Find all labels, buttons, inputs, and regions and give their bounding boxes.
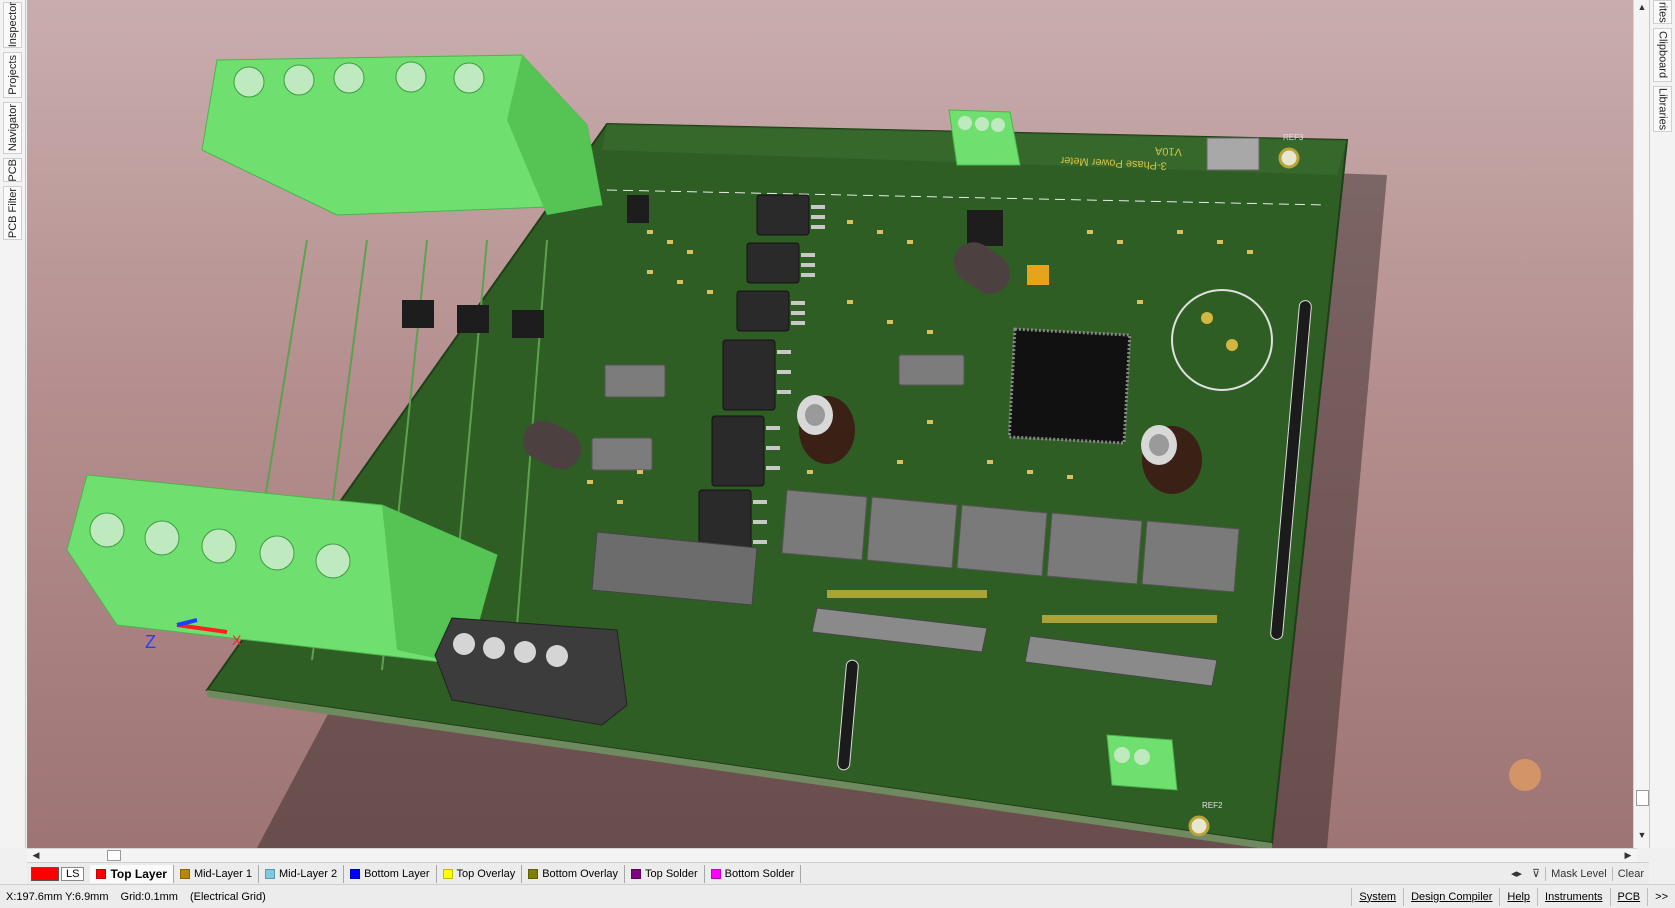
instruments-button[interactable]: Instruments [1537,887,1609,906]
clear-button[interactable]: Clear [1613,868,1649,880]
terminal-small-bottom [1106,734,1178,791]
microcontroller-chip [1007,327,1132,445]
panel-tab-label: Navigator [6,104,19,152]
panel-tab-label: Projects [6,55,19,95]
layer-color-swatch [179,868,190,879]
layer-tab-top-overlay[interactable]: Top Overlay [437,864,523,883]
panel-tab-navigator[interactable]: Navigator [3,102,22,154]
layer-color-swatch [631,868,642,879]
scroll-up-icon[interactable]: ▲ [1634,2,1650,12]
layer-tab-bottom-solder[interactable]: Bottom Solder [705,864,802,883]
panel-tab-label: Libraries [1656,87,1669,131]
layer-set-button[interactable]: LS [61,866,85,881]
layer-tab-bottom-overlay[interactable]: Bottom Overlay [522,864,626,883]
layer-color-swatch [96,868,107,879]
pcb-3d-scene: 3-Phase Power Meter V10A REF2 REF3 Z X [66,54,1541,848]
layer-tools: ◂▸ ⊽ Mask Level Clear [1506,863,1649,884]
right-panel-dock: rites Clipboard Libraries [1649,0,1675,848]
axis-label-x: X [232,632,242,648]
layer-tab-label: Bottom Layer [364,867,430,880]
panel-tab-libraries[interactable]: Libraries [1653,86,1672,132]
layer-tabs-bar: LS Top Layer Mid-Layer 1 Mid-Layer 2 Bottom… [27,862,1649,884]
mounting-hole [1278,147,1300,169]
layer-tab-bottom-layer[interactable]: Bottom Layer [344,864,437,883]
layer-tab-label: Bottom Overlay [542,867,619,880]
vertical-scrollbar[interactable]: ▲ ▼ [1633,0,1649,848]
layer-tab-mid-layer-1[interactable]: Mid-Layer 1 [174,864,260,883]
panel-tab-label: Inspector [6,2,19,48]
terminal-small-top [948,109,1021,166]
cursor-coordinates: X:197.6mm Y:6.9mm [6,890,109,903]
ref-label: REF2 [1202,801,1223,810]
more-button[interactable]: >> [1647,887,1675,906]
mounting-hole [1188,815,1210,837]
horizontal-scrollbar[interactable]: ◀ ▶ [27,848,1637,862]
axis-label-z: Z [145,632,156,652]
panel-tab-clipboard[interactable]: Clipboard [1653,28,1672,82]
terminal-block-top [201,54,603,216]
view-cube-indicator [1509,759,1541,791]
panel-tab-label: PCB Filter [6,187,19,239]
panel-buttons: System Design Compiler Help Instruments … [1351,885,1675,908]
layer-tab-label: Mid-Layer 2 [279,867,338,880]
layer-color-swatch [350,868,361,879]
filter-icon[interactable]: ⊽ [1527,867,1545,880]
panel-tab-pcb[interactable]: PCB [3,158,22,182]
scroll-right-icon[interactable]: ▶ [1621,849,1635,862]
layer-tab-label: Bottom Solder [724,867,795,880]
panel-tab-favorites[interactable]: rites [1653,0,1672,24]
layer-color-swatch [442,868,453,879]
layer-tab-top-layer[interactable]: Top Layer [90,864,174,883]
panel-tab-inspector[interactable]: Inspector [3,2,22,48]
layer-tab-label: Top Solder [645,867,698,880]
panel-tab-pcb-filter[interactable]: PCB Filter [3,186,22,240]
help-button[interactable]: Help [1499,887,1537,906]
system-button[interactable]: System [1351,887,1403,906]
header-connector [1206,137,1260,171]
grid-type: (Electrical Grid) [189,890,266,903]
scroll-down-icon[interactable]: ▼ [1634,830,1650,840]
scrollbar-thumb[interactable] [1636,790,1649,806]
grid-size: Grid:0.1mm [120,890,178,903]
status-bar: X:197.6mm Y:6.9mm Grid:0.1mm (Electrical… [0,884,1675,908]
mask-level-button[interactable]: Mask Level [1546,868,1612,880]
layer-tabs: Top Layer Mid-Layer 1 Mid-Layer 2 Bottom La… [90,864,802,883]
layer-tab-label: Top Layer [110,866,167,881]
left-panel-dock: Inspector Projects Navigator PCB PCB Fil… [0,0,26,848]
scrollbar-thumb[interactable] [107,850,121,861]
scroll-left-icon[interactable]: ◀ [29,849,43,862]
layer-tab-mid-layer-2[interactable]: Mid-Layer 2 [259,864,345,883]
design-compiler-button[interactable]: Design Compiler [1403,887,1499,906]
pad [1226,339,1238,351]
pcb-button[interactable]: PCB [1609,887,1648,906]
layer-tab-top-solder[interactable]: Top Solder [625,864,705,883]
ref-label: REF3 [1283,133,1304,142]
pad [1201,312,1213,324]
board-version: V10A [1154,144,1182,157]
panel-tab-projects[interactable]: Projects [3,52,22,98]
layer-color-swatch [710,868,721,879]
layer-nav-arrows-icon[interactable]: ◂▸ [1506,867,1527,880]
current-layer-swatch[interactable] [31,866,59,881]
panel-tab-label: rites [1656,1,1669,23]
layer-tab-label: Mid-Layer 1 [193,867,253,880]
layer-color-swatch [265,868,276,879]
pcb-3d-viewport[interactable]: 3-Phase Power Meter V10A REF2 REF3 Z X [27,0,1637,848]
panel-tab-label: Clipboard [1656,31,1669,79]
layer-tab-label: Top Overlay [456,867,516,880]
layer-color-swatch [528,868,539,879]
tantalum-capacitor [1027,265,1049,285]
panel-tab-label: PCB [6,158,19,182]
